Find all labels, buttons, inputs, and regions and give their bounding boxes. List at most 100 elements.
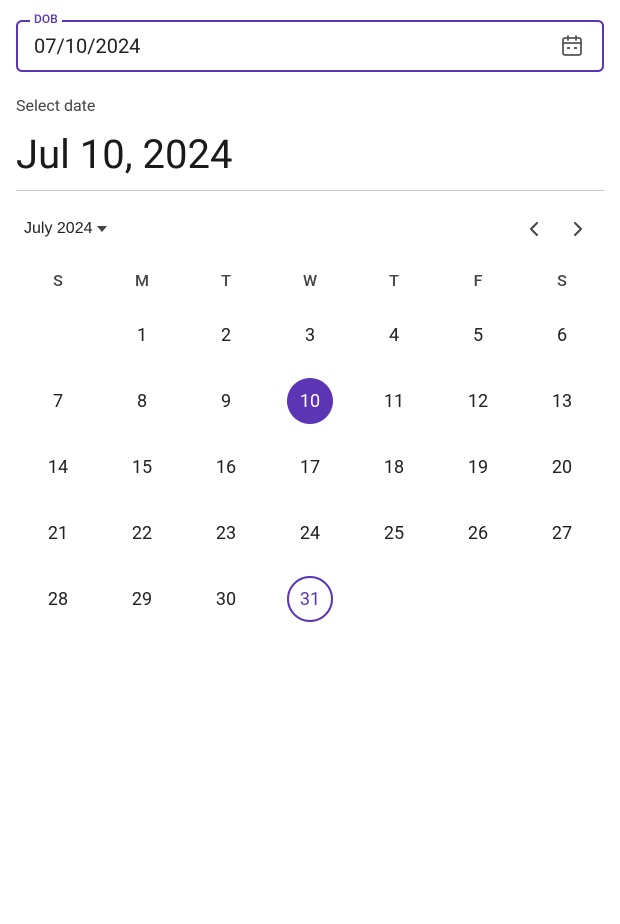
select-date-label: Select date — [16, 96, 604, 115]
calendar-day: 30 — [184, 566, 268, 632]
calendar-week: 789 10 11 12 13 — [16, 368, 604, 434]
month-nav: July 2024 — [16, 203, 604, 255]
day-button[interactable]: 10 — [287, 378, 333, 424]
chevron-left-icon — [524, 219, 544, 239]
calendar-day: 6 — [520, 302, 604, 368]
selected-date-display: Jul 10, 2024 — [16, 131, 604, 191]
day-button[interactable]: 6 — [539, 312, 585, 358]
day-button[interactable]: 21 — [35, 510, 81, 556]
calendar-week: 28 29 30 31 — [16, 566, 604, 632]
day-button[interactable]: 5 — [455, 312, 501, 358]
month-year-label: July 2024 — [24, 220, 93, 238]
day-button[interactable]: 12 — [455, 378, 501, 424]
day-button[interactable]: 24 — [287, 510, 333, 556]
calendar-day: 4 — [352, 302, 436, 368]
day-button[interactable]: 16 — [203, 444, 249, 490]
day-button[interactable]: 3 — [287, 312, 333, 358]
calendar-day: 2 — [184, 302, 268, 368]
calendar-week: 123456 — [16, 302, 604, 368]
calendar-day: 24 — [268, 500, 352, 566]
month-year-button[interactable]: July 2024 — [24, 220, 107, 238]
day-button[interactable]: 18 — [371, 444, 417, 490]
day-button[interactable]: 9 — [203, 378, 249, 424]
calendar-day: 20 — [520, 434, 604, 500]
calendar-day — [352, 566, 436, 632]
day-button[interactable]: 20 — [539, 444, 585, 490]
day-button[interactable]: 13 — [539, 378, 585, 424]
next-month-button[interactable] — [560, 215, 596, 243]
dob-value: 07/10/2024 — [34, 34, 140, 58]
day-button[interactable]: 28 — [35, 576, 81, 622]
day-headers: SMTWTFS — [16, 263, 604, 298]
calendar-day: 23 — [184, 500, 268, 566]
day-button[interactable]: 30 — [203, 576, 249, 622]
day-button[interactable]: 8 — [119, 378, 165, 424]
day-button — [455, 576, 501, 622]
calendar-day: 3 — [268, 302, 352, 368]
day-button[interactable]: 22 — [119, 510, 165, 556]
calendar-day: 5 — [436, 302, 520, 368]
calendar-day: 21 — [16, 500, 100, 566]
calendar-weeks: 1234567891011121314151617181920212223242… — [16, 302, 604, 632]
day-button[interactable]: 17 — [287, 444, 333, 490]
chevron-right-icon — [568, 219, 588, 239]
calendar-day: 10 — [268, 368, 352, 434]
calendar-day: 12 — [436, 368, 520, 434]
calendar-day: 27 — [520, 500, 604, 566]
day-button[interactable]: 19 — [455, 444, 501, 490]
prev-month-button[interactable] — [516, 215, 552, 243]
day-button[interactable]: 4 — [371, 312, 417, 358]
calendar-week: 21 22 23 24 25 26 27 — [16, 500, 604, 566]
day-button[interactable]: 14 — [35, 444, 81, 490]
calendar-day — [436, 566, 520, 632]
calendar-day: 25 — [352, 500, 436, 566]
day-header: F — [436, 263, 520, 298]
calendar-icon — [560, 34, 584, 58]
day-button[interactable]: 27 — [539, 510, 585, 556]
calendar-day: 11 — [352, 368, 436, 434]
calendar-day: 19 — [436, 434, 520, 500]
day-button[interactable]: 31 — [287, 576, 333, 622]
calendar-day: 15 — [100, 434, 184, 500]
calendar-week: 14 15 16 17 18 19 20 — [16, 434, 604, 500]
calendar-day: 18 — [352, 434, 436, 500]
dob-field: DOB 07/10/2024 — [16, 20, 604, 72]
day-button[interactable]: 11 — [371, 378, 417, 424]
calendar-day: 16 — [184, 434, 268, 500]
day-button[interactable]: 2 — [203, 312, 249, 358]
day-header: W — [268, 263, 352, 298]
day-header: S — [16, 263, 100, 298]
calendar-day — [16, 302, 100, 368]
day-button[interactable]: 1 — [119, 312, 165, 358]
dob-label: DOB — [30, 12, 62, 26]
day-button — [371, 576, 417, 622]
calendar-day: 29 — [100, 566, 184, 632]
day-header: S — [520, 263, 604, 298]
calendar-grid: SMTWTFS 12345678910111213141516171819202… — [16, 263, 604, 632]
calendar-day: 28 — [16, 566, 100, 632]
day-button[interactable]: 29 — [119, 576, 165, 622]
calendar-day: 26 — [436, 500, 520, 566]
calendar-day: 14 — [16, 434, 100, 500]
calendar-day: 31 — [268, 566, 352, 632]
day-button[interactable]: 26 — [455, 510, 501, 556]
day-button[interactable]: 23 — [203, 510, 249, 556]
month-nav-left: July 2024 — [24, 220, 107, 238]
calendar-icon-button[interactable] — [556, 30, 588, 62]
day-button — [35, 312, 81, 358]
calendar-day: 9 — [184, 368, 268, 434]
day-button[interactable]: 15 — [119, 444, 165, 490]
chevron-down-icon — [97, 226, 107, 232]
day-button[interactable]: 7 — [35, 378, 81, 424]
calendar-day: 22 — [100, 500, 184, 566]
day-header: T — [352, 263, 436, 298]
calendar-day: 13 — [520, 368, 604, 434]
day-button[interactable]: 25 — [371, 510, 417, 556]
month-nav-arrows — [516, 215, 596, 243]
calendar-day — [520, 566, 604, 632]
day-header: M — [100, 263, 184, 298]
day-button — [539, 576, 585, 622]
calendar-day: 17 — [268, 434, 352, 500]
page-wrapper: DOB 07/10/2024 Select date Jul 10, 2024 … — [0, 0, 620, 652]
calendar-day: 1 — [100, 302, 184, 368]
